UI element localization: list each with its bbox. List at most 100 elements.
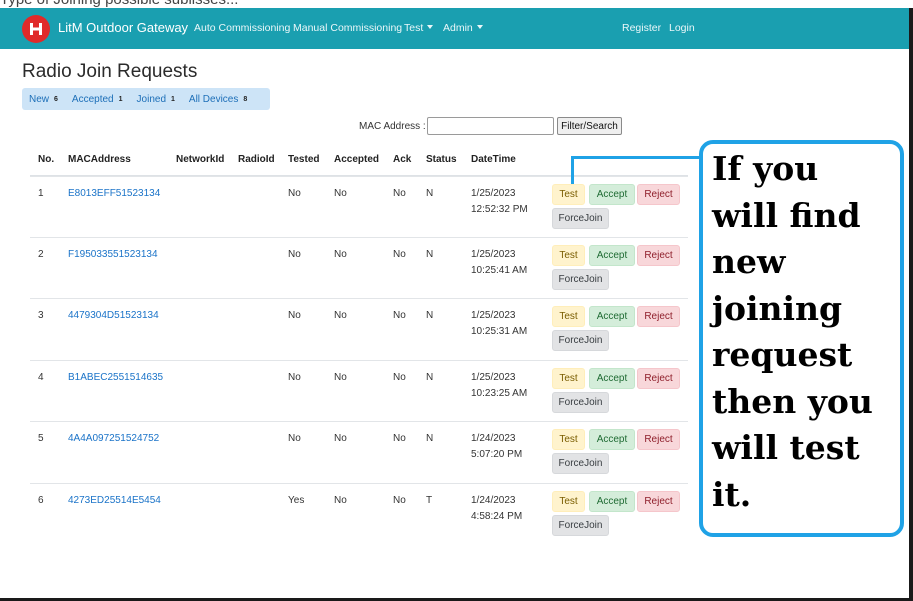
tab-joined[interactable]: Joined 1 <box>130 88 182 110</box>
column-header-status: Status <box>426 154 457 165</box>
accept-button[interactable]: Accept <box>589 429 635 450</box>
table-row: 2 F195033551523134 No No No N 1/25/2023 1… <box>30 237 688 298</box>
accept-button[interactable]: Accept <box>589 306 635 327</box>
tab-count-badge: 8 <box>243 95 248 103</box>
cell-ack: No <box>393 310 406 321</box>
cell-date: 1/25/2023 <box>471 249 516 260</box>
nav-admin-dropdown[interactable]: Admin <box>443 22 483 34</box>
cell-date: 1/25/2023 <box>471 310 516 321</box>
filter-search-button[interactable]: Filter/Search <box>557 117 622 135</box>
cell-time: 4:58:24 PM <box>471 511 523 522</box>
cell-no: 3 <box>38 310 44 321</box>
table-row: 3 4479304D51523134 No No No N 1/25/2023 1… <box>30 298 688 359</box>
tab-label: Joined <box>136 93 166 105</box>
cell-accepted: No <box>334 433 347 444</box>
cell-status: N <box>426 372 434 383</box>
callout-line: request <box>712 335 853 374</box>
reject-button[interactable]: Reject <box>637 429 680 450</box>
cell-status: N <box>426 188 434 199</box>
cell-tested: No <box>288 433 301 444</box>
cell-ack: No <box>393 249 406 260</box>
callout-connector-line <box>571 156 574 184</box>
cell-date: 1/24/2023 <box>471 495 516 506</box>
test-button[interactable]: Test <box>552 306 585 327</box>
column-header-tested: Tested <box>288 154 320 165</box>
callout-connector-line <box>571 156 700 159</box>
top-caption-strip: Type of Joining possible sublisses... <box>0 0 913 8</box>
test-button[interactable]: Test <box>552 245 585 266</box>
forcejoin-button[interactable]: ForceJoin <box>552 269 609 290</box>
table-row: 1 E8013EFF51523134 No No No N 1/25/2023 1… <box>30 176 688 237</box>
mac-address-link[interactable]: 4273ED25514E5454 <box>68 493 161 509</box>
accept-button[interactable]: Accept <box>589 491 635 512</box>
forcejoin-button[interactable]: ForceJoin <box>552 208 609 229</box>
test-button[interactable]: Test <box>552 184 585 205</box>
accept-button[interactable]: Accept <box>589 368 635 389</box>
accept-button[interactable]: Accept <box>589 184 635 205</box>
mac-address-input[interactable] <box>427 117 554 135</box>
callout-line: will test <box>712 428 860 467</box>
nav-test-dropdown[interactable]: Test <box>404 22 434 34</box>
forcejoin-button[interactable]: ForceJoin <box>552 392 609 413</box>
tab-accepted[interactable]: Accepted 1 <box>65 88 130 110</box>
nav-manual-commissioning[interactable]: Manual Commissioning <box>293 22 402 34</box>
cell-status: N <box>426 249 434 260</box>
reject-button[interactable]: Reject <box>637 491 680 512</box>
callout-line: then you <box>712 381 873 421</box>
cell-datetime: 1/24/2023 4:58:24 PM <box>471 493 522 525</box>
callout-line: joining <box>712 288 843 328</box>
mac-address-link[interactable]: B1ABEC2551514635 <box>68 370 163 386</box>
callout-text: If you will find new joining request the… <box>712 146 907 518</box>
tab-new[interactable]: New 6 <box>22 88 65 110</box>
mac-address-link[interactable]: F195033551523134 <box>68 247 158 263</box>
window-border <box>909 8 913 601</box>
cell-accepted: No <box>334 310 347 321</box>
reject-button[interactable]: Reject <box>637 245 680 266</box>
mac-address-link[interactable]: E8013EFF51523134 <box>68 186 160 202</box>
caret-down-icon <box>427 25 434 29</box>
cell-ack: No <box>393 188 406 199</box>
brand-name[interactable]: LitM Outdoor Gateway <box>58 20 188 35</box>
cell-time: 12:52:32 PM <box>471 204 528 215</box>
reject-button[interactable]: Reject <box>637 368 680 389</box>
nav-test-label: Test <box>404 22 424 34</box>
cell-no: 5 <box>38 433 44 444</box>
tab-all-devices[interactable]: All Devices 8 <box>182 88 254 110</box>
column-header-mac: MACAddress <box>68 154 131 165</box>
cell-accepted: No <box>334 249 347 260</box>
reject-button[interactable]: Reject <box>637 184 680 205</box>
cell-date: 1/25/2023 <box>471 372 516 383</box>
cell-time: 10:23:25 AM <box>471 388 528 399</box>
cell-tested: No <box>288 188 301 199</box>
cell-tested: Yes <box>288 495 305 506</box>
tab-label: All Devices <box>188 93 239 105</box>
havells-logo-icon[interactable] <box>22 15 50 43</box>
nav-auto-commissioning[interactable]: Auto Commissioning <box>194 22 290 34</box>
cell-no: 6 <box>38 495 44 506</box>
column-header-accepted: Accepted <box>334 154 380 165</box>
forcejoin-button[interactable]: ForceJoin <box>552 330 609 351</box>
cell-no: 4 <box>38 372 44 383</box>
accept-button[interactable]: Accept <box>589 245 635 266</box>
mac-address-link[interactable]: 4A4A097251524752 <box>68 431 159 447</box>
tab-count-badge: 6 <box>54 95 58 103</box>
column-header-networkid: NetworkId <box>176 154 225 165</box>
nav-register[interactable]: Register <box>622 22 661 34</box>
reject-button[interactable]: Reject <box>637 306 680 327</box>
cell-ack: No <box>393 372 406 383</box>
cell-no: 1 <box>38 188 44 199</box>
callout-line: If you <box>712 149 819 188</box>
test-button[interactable]: Test <box>552 491 585 512</box>
forcejoin-button[interactable]: ForceJoin <box>552 453 609 474</box>
annotation-callout: If you will find new joining request the… <box>699 140 904 537</box>
mac-address-link[interactable]: 4479304D51523134 <box>68 308 159 324</box>
mac-address-label: MAC Address : <box>359 121 426 132</box>
forcejoin-button[interactable]: ForceJoin <box>552 515 609 536</box>
nav-login[interactable]: Login <box>669 22 695 34</box>
test-button[interactable]: Test <box>552 368 585 389</box>
navbar: LitM Outdoor Gateway Auto Commissioning … <box>0 8 909 49</box>
cell-accepted: No <box>334 372 347 383</box>
cell-time: 10:25:31 AM <box>471 326 528 337</box>
tab-label: Accepted <box>71 93 114 105</box>
test-button[interactable]: Test <box>552 429 585 450</box>
